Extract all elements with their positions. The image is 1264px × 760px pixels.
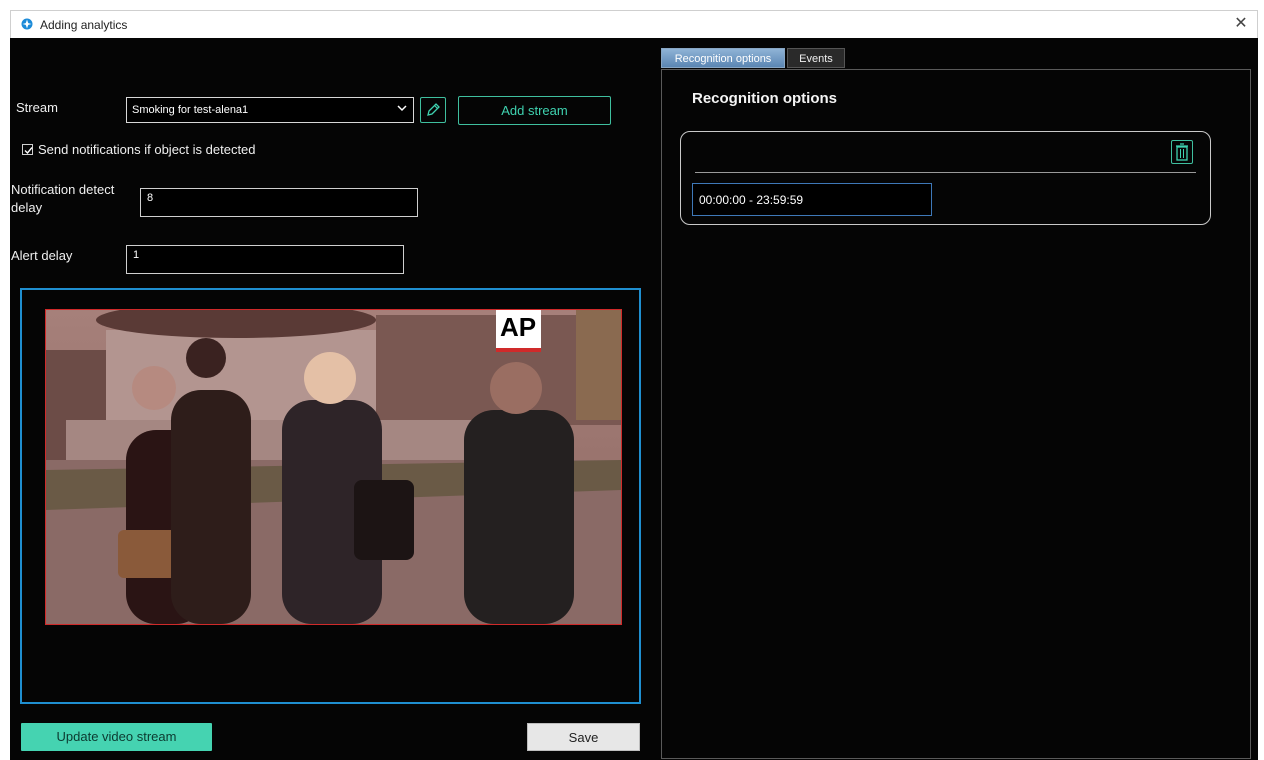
- notification-delay-label-line1: Notification detect: [11, 182, 115, 197]
- alert-delay-label: Alert delay: [11, 248, 73, 263]
- send-notifications-label: Send notifications if object is detected: [38, 142, 256, 157]
- tab-recognition-options[interactable]: Recognition options: [661, 48, 785, 68]
- checkmark-icon: [24, 147, 33, 155]
- delete-schedule-button[interactable]: [1171, 140, 1193, 164]
- save-button[interactable]: Save: [527, 723, 640, 751]
- edit-stream-button[interactable]: [420, 97, 446, 123]
- video-preview-frame: AP: [20, 288, 641, 704]
- ap-watermark-text: AP: [500, 312, 537, 342]
- send-notifications-checkbox[interactable]: [22, 144, 33, 155]
- pencil-icon: [427, 103, 440, 116]
- dialog-body: Stream Smoking for test-alena1 Add strea…: [10, 38, 1258, 760]
- add-stream-button[interactable]: Add stream: [458, 96, 611, 125]
- window-title: Adding analytics: [40, 18, 128, 32]
- app-logo-icon: [21, 18, 33, 30]
- stream-label: Stream: [16, 100, 58, 115]
- close-icon[interactable]: ✕: [1231, 14, 1251, 34]
- notification-delay-label-line2: delay: [11, 200, 43, 215]
- stream-select-value: Smoking for test-alena1: [132, 104, 249, 116]
- card-divider: [695, 172, 1196, 173]
- time-range-input[interactable]: 00:00:00 - 23:59:59: [692, 183, 932, 216]
- stream-select[interactable]: Smoking for test-alena1: [126, 97, 414, 123]
- ap-watermark-logo: AP: [496, 310, 541, 352]
- video-preview[interactable]: AP: [45, 309, 622, 625]
- title-bar: Adding analytics ✕: [10, 10, 1258, 38]
- video-scene-image: [46, 310, 621, 624]
- chevron-down-icon: [397, 105, 407, 112]
- tab-events[interactable]: Events: [787, 48, 845, 68]
- alert-delay-input[interactable]: 1: [126, 245, 404, 274]
- trash-icon: [1176, 143, 1188, 161]
- notification-delay-input[interactable]: 8: [140, 188, 418, 217]
- section-title: Recognition options: [692, 90, 837, 107]
- update-video-stream-button[interactable]: Update video stream: [21, 723, 212, 751]
